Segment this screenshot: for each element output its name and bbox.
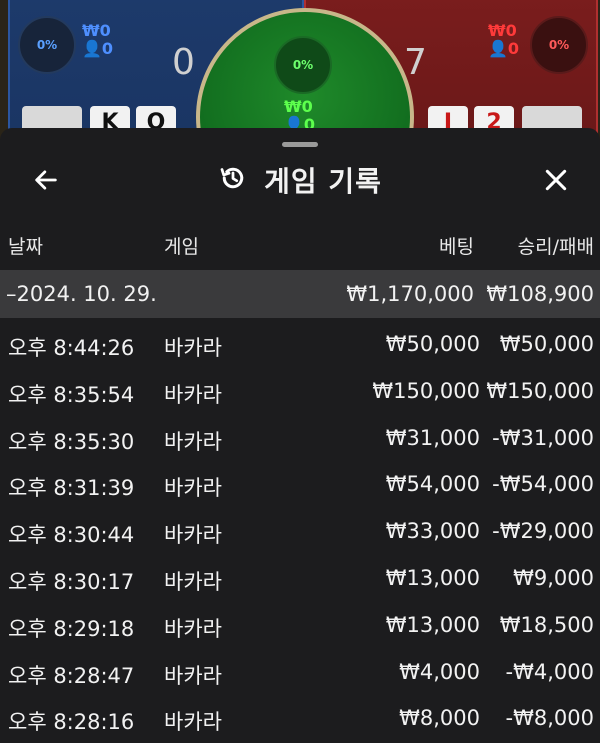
row-bet: ₩33,000 [385, 519, 480, 544]
row-game: 바카라 [164, 616, 222, 641]
close-icon [545, 169, 567, 191]
player-stats: ₩0 👤0 [82, 22, 113, 58]
row-time: 오후 8:31:39 [8, 476, 135, 501]
row-time: 오후 8:35:54 [8, 382, 135, 407]
history-row[interactable]: 오후 8:29:18 바카라 ₩13,000 ₩18,500 [0, 603, 600, 650]
player-percent: 0% [18, 16, 76, 74]
history-row[interactable]: 오후 8:30:44 바카라 ₩33,000 -₩29,000 [0, 509, 600, 556]
row-win-loss: -₩54,000 [492, 472, 594, 497]
row-win-loss: -₩31,000 [492, 425, 594, 450]
row-time: 오후 8:28:16 [8, 710, 135, 735]
column-header-win-loss: 승리/패배 [517, 236, 594, 258]
row-game: 바카라 [164, 429, 222, 454]
banker-bettors-row: 👤0 [488, 40, 519, 58]
person-icon: 👤 [82, 39, 102, 58]
banker-amount: ₩0 [488, 21, 517, 40]
arrow-left-icon [35, 170, 57, 190]
player-amount: ₩0 [82, 21, 111, 40]
page-title: 게임 기록 [264, 165, 382, 198]
history-row[interactable]: 오후 8:44:26 바카라 ₩50,000 ₩50,000 [0, 322, 600, 369]
title-group: 게임 기록 [0, 158, 600, 202]
row-bet: ₩50,000 [385, 332, 480, 356]
history-row[interactable]: 오후 8:30:17 바카라 ₩13,000 ₩9,000 [0, 556, 600, 603]
row-game: 바카라 [164, 382, 222, 407]
row-game: 바카라 [164, 476, 222, 501]
date-group-total-win-loss: ₩108,900 [486, 282, 594, 306]
row-game: 바카라 [164, 523, 222, 548]
row-game: 바카라 [164, 336, 222, 360]
tie-percent: 0% [274, 36, 332, 94]
person-icon: 👤 [488, 39, 508, 58]
player-score: 0 [172, 42, 195, 83]
row-game: 바카라 [164, 710, 222, 735]
row-bet: ₩13,000 [385, 565, 480, 590]
history-row[interactable]: 오후 8:35:30 바카라 ₩31,000 -₩31,000 [0, 416, 600, 463]
row-time: 오후 8:30:44 [8, 523, 135, 548]
back-button[interactable] [26, 162, 66, 198]
row-bet: ₩54,000 [385, 472, 480, 497]
sheet-grabber[interactable] [282, 142, 318, 147]
row-win-loss: ₩18,500 [499, 612, 594, 637]
row-time: 오후 8:30:17 [8, 569, 135, 594]
history-row[interactable]: 오후 8:31:39 바카라 ₩54,000 -₩54,000 [0, 462, 600, 509]
row-win-loss: -₩8,000 [505, 706, 594, 731]
banker-score: 7 [404, 42, 427, 83]
date-group-row[interactable]: –2024. 10. 29. ₩1,170,000 ₩108,900 [0, 270, 600, 318]
banker-stats: ₩0 👤0 [488, 22, 519, 58]
row-game: 바카라 [164, 569, 222, 594]
tie-amount: ₩0 [284, 97, 313, 116]
row-bet: ₩13,000 [385, 612, 480, 637]
row-win-loss: -₩29,000 [492, 519, 594, 544]
column-header-bet: 베팅 [439, 236, 474, 258]
date-group-total-bet: ₩1,170,000 [346, 282, 474, 306]
history-row[interactable]: 오후 8:35:54 바카라 ₩150,000 ₩150,000 [0, 369, 600, 416]
sheet-header: 게임 기록 [0, 158, 600, 202]
row-win-loss: -₩4,000 [505, 659, 594, 684]
history-clock-icon [218, 163, 248, 197]
history-row[interactable]: 오후 8:28:16 바카라 ₩8,000 -₩8,000 [0, 696, 600, 743]
row-bet: ₩8,000 [399, 706, 480, 731]
banker-percent: 0% [530, 16, 588, 74]
row-bet: ₩4,000 [399, 659, 480, 684]
row-bet: ₩150,000 [372, 378, 480, 403]
row-time: 오후 8:29:18 [8, 616, 135, 641]
history-list: 오후 8:44:26 바카라 ₩50,000 ₩50,000 오후 8:35:5… [0, 322, 600, 743]
history-row[interactable]: 오후 8:28:47 바카라 ₩4,000 -₩4,000 [0, 650, 600, 697]
row-bet: ₩31,000 [385, 425, 480, 450]
date-group-label: –2024. 10. 29. [6, 282, 157, 306]
row-game: 바카라 [164, 663, 222, 688]
row-time: 오후 8:44:26 [8, 336, 135, 360]
game-history-sheet: 게임 기록 날짜 게임 베팅 승리/패배 –2024. 10. 29. ₩1,1… [0, 128, 600, 740]
banker-bettors: 0 [507, 39, 520, 58]
player-bettors: 0 [101, 39, 114, 58]
row-win-loss: ₩50,000 [499, 332, 594, 356]
row-time: 오후 8:35:30 [8, 429, 135, 454]
row-win-loss: ₩9,000 [513, 565, 594, 590]
column-header-date: 날짜 [8, 236, 43, 258]
row-win-loss: ₩150,000 [486, 378, 594, 403]
row-time: 오후 8:28:47 [8, 663, 135, 688]
player-bettors-row: 👤0 [82, 40, 113, 58]
close-button[interactable] [536, 162, 576, 198]
column-header-game: 게임 [164, 236, 199, 258]
